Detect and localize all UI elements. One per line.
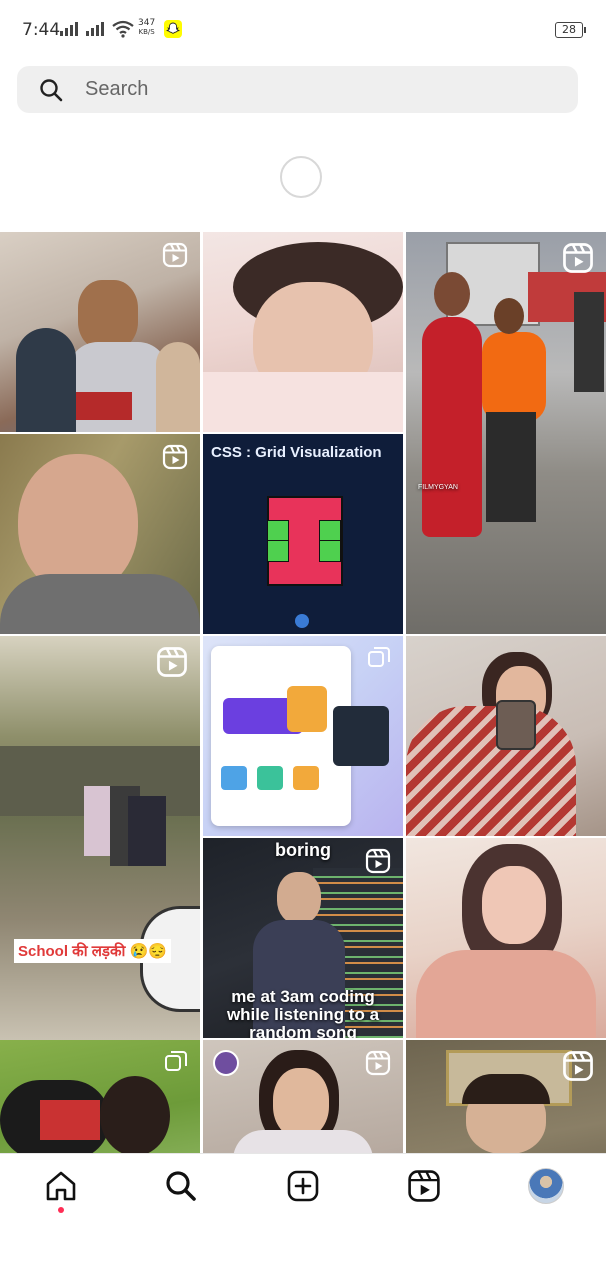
- explore-tile-css-grid[interactable]: CSS : Grid Visualization: [203, 434, 403, 634]
- explore-tile-reel-tall[interactable]: School की लड़की 😢😔: [0, 636, 200, 1040]
- nav-reels[interactable]: [406, 1168, 442, 1204]
- tile-caption: me at 3am coding while listening to a ra…: [226, 987, 380, 1039]
- reel-icon: [365, 1050, 391, 1076]
- explore-tile-reel[interactable]: [406, 1040, 606, 1153]
- battery-icon: 28: [555, 22, 586, 38]
- bottom-nav: [0, 1153, 606, 1281]
- nav-profile[interactable]: [528, 1168, 564, 1204]
- reel-icon: [563, 243, 593, 273]
- explore-tile-reel-tall[interactable]: FILMYGYAN: [406, 232, 606, 634]
- home-icon: [46, 1171, 76, 1201]
- explore-tile-reel[interactable]: [0, 232, 200, 432]
- nav-home[interactable]: [43, 1168, 79, 1204]
- reels-icon: [408, 1170, 440, 1202]
- reel-icon: [162, 242, 188, 268]
- explore-tile-photo[interactable]: [203, 232, 403, 432]
- active-indicator-dot: [58, 1207, 64, 1213]
- create-post-icon: [287, 1170, 319, 1202]
- explore-tile-ui-design[interactable]: [203, 636, 403, 836]
- loading-spinner: [280, 156, 322, 198]
- network-speed: 347 KB/S: [138, 18, 156, 37]
- multi-post-icon: [368, 647, 390, 667]
- signal-icon: [60, 22, 78, 36]
- multi-post-icon: [165, 1051, 187, 1071]
- nav-search[interactable]: [163, 1168, 199, 1204]
- search-bar[interactable]: [17, 66, 578, 113]
- status-bar: 7:44 347 KB/S 28: [0, 0, 606, 58]
- tile-watermark: FILMYGYAN: [418, 484, 458, 491]
- tile-caption: School की लड़की 😢😔: [14, 939, 171, 963]
- explore-tile-post[interactable]: [0, 1040, 200, 1153]
- search-icon: [166, 1171, 196, 1201]
- explore-tile-reel[interactable]: [203, 1040, 403, 1153]
- profile-avatar: [528, 1168, 564, 1204]
- signal-icon: [86, 22, 104, 36]
- nav-create[interactable]: [285, 1168, 321, 1204]
- tile-title: CSS : Grid Visualization: [211, 444, 382, 461]
- explore-tile-photo[interactable]: [406, 636, 606, 836]
- explore-tile-reel[interactable]: boring me at 3am coding while listening …: [203, 838, 403, 1038]
- search-icon: [40, 79, 63, 102]
- search-input[interactable]: [85, 66, 555, 113]
- reel-icon: [157, 647, 187, 677]
- explore-tile-photo[interactable]: [406, 838, 606, 1038]
- snapchat-icon: [164, 20, 182, 38]
- wifi-icon: [112, 20, 134, 38]
- reel-icon: [162, 444, 188, 470]
- status-time: 7:44: [22, 20, 61, 40]
- reel-icon: [563, 1051, 593, 1081]
- reel-icon: [365, 848, 391, 874]
- explore-tile-reel[interactable]: [0, 434, 200, 634]
- explore-grid: FILMYGYAN CSS : Grid Visualization Schoo…: [0, 232, 606, 1153]
- battery-level: 28: [562, 23, 576, 36]
